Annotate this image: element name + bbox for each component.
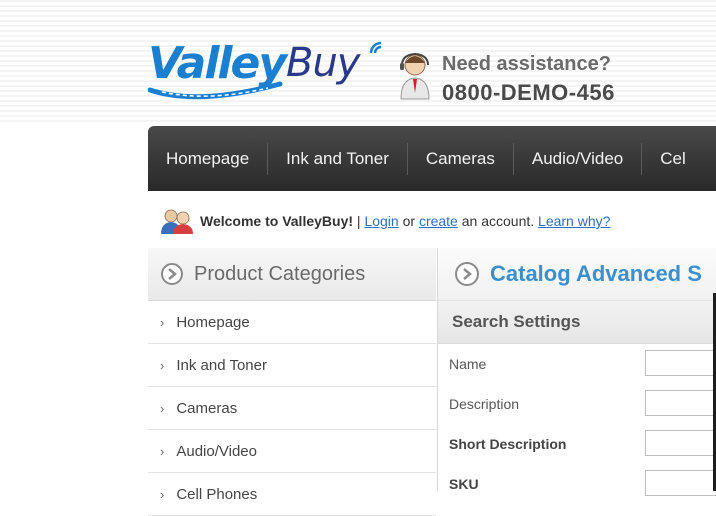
search-settings-header: Search Settings bbox=[438, 301, 716, 344]
sidebar-item-label: Cameras bbox=[176, 399, 238, 417]
welcome-separator: | bbox=[356, 213, 361, 229]
nav-item-audio-video[interactable]: Audio/Video bbox=[514, 142, 643, 175]
form-row-short-description: Short Description bbox=[438, 424, 716, 464]
welcome-message: Welcome to ValleyBuy! bbox=[200, 213, 354, 229]
sidebar-item-homepage[interactable]: › Homepage bbox=[148, 301, 436, 344]
short-description-input[interactable] bbox=[645, 430, 716, 456]
nav-item-cell-phones[interactable]: Cel bbox=[642, 143, 704, 175]
sidebar-item-audio-video[interactable]: › Audio/Video bbox=[148, 430, 436, 473]
page-title: Catalog Advanced S bbox=[490, 261, 702, 286]
logo-text-buy: Buy bbox=[286, 40, 360, 86]
sidebar-item-label: Homepage bbox=[176, 313, 250, 331]
advanced-search-panel: Catalog Advanced S Search Settings Name … bbox=[437, 248, 716, 496]
arrow-circle-icon bbox=[161, 263, 183, 285]
support-agent-icon bbox=[400, 52, 430, 100]
product-categories-sidebar: Product Categories › Homepage › Ink and … bbox=[148, 248, 436, 516]
learn-why-link[interactable]: Learn why? bbox=[538, 213, 610, 229]
signal-icon bbox=[369, 41, 382, 54]
create-account-link[interactable]: create bbox=[419, 213, 458, 229]
an-account-text: an account. bbox=[461, 213, 535, 229]
sidebar-item-label: Ink and Toner bbox=[176, 356, 267, 374]
assistance-title: Need assistance? bbox=[442, 53, 611, 75]
sidebar-item-label: Audio/Video bbox=[176, 442, 257, 460]
chevron-right-icon: › bbox=[160, 357, 165, 373]
chevron-right-icon: › bbox=[160, 314, 165, 330]
welcome-bar: Welcome to ValleyBuy! | Login or create … bbox=[160, 205, 610, 237]
users-icon bbox=[161, 209, 193, 234]
main-navigation: Homepage Ink and Toner Cameras Audio/Vid… bbox=[148, 126, 716, 191]
sidebar-title: Product Categories bbox=[194, 262, 366, 285]
nav-item-homepage[interactable]: Homepage bbox=[148, 142, 269, 175]
short-description-label: Short Description bbox=[449, 436, 567, 452]
chevron-right-icon: › bbox=[160, 443, 165, 459]
form-row-sku: SKU bbox=[438, 464, 716, 504]
logo-swoosh-icon bbox=[148, 81, 283, 100]
arrow-circle-icon bbox=[455, 262, 479, 286]
sidebar-item-ink-and-toner[interactable]: › Ink and Toner bbox=[148, 344, 436, 387]
sidebar-item-cameras[interactable]: › Cameras bbox=[148, 387, 436, 430]
assistance-phone: 0800-DEMO-456 bbox=[442, 80, 615, 105]
form-row-description: Description bbox=[438, 384, 716, 424]
chevron-right-icon: › bbox=[160, 400, 165, 416]
form-row-name: Name bbox=[438, 344, 716, 384]
name-input[interactable] bbox=[645, 350, 716, 376]
sidebar-header: Product Categories bbox=[148, 248, 436, 301]
description-input[interactable] bbox=[645, 390, 716, 416]
name-label: Name bbox=[449, 356, 487, 372]
description-label: Description bbox=[449, 396, 520, 412]
sku-input[interactable] bbox=[645, 470, 716, 496]
nav-item-cameras[interactable]: Cameras bbox=[408, 142, 514, 175]
page-title-bar: Catalog Advanced S bbox=[438, 248, 716, 301]
nav-item-ink-and-toner[interactable]: Ink and Toner bbox=[268, 142, 408, 175]
sidebar-item-cell-phones[interactable]: › Cell Phones bbox=[148, 473, 436, 516]
sidebar-item-label: Cell Phones bbox=[176, 485, 258, 503]
sku-label: SKU bbox=[449, 476, 479, 492]
login-link[interactable]: Login bbox=[364, 213, 398, 229]
valleybuy-logo[interactable]: Valley Buy bbox=[148, 36, 388, 106]
or-text: or bbox=[402, 213, 416, 229]
chevron-right-icon: › bbox=[160, 486, 165, 502]
